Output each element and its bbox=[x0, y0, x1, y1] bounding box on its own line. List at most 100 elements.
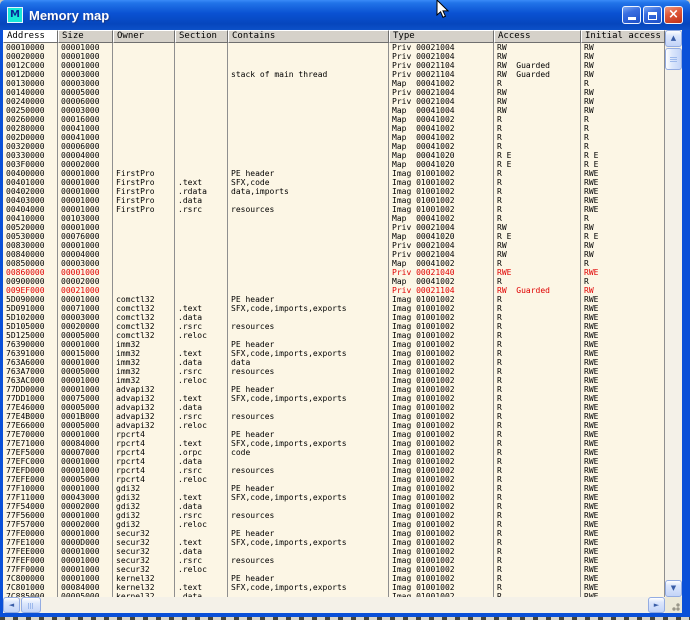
cell-access: R bbox=[494, 412, 581, 421]
table-row[interactable]: 7639000000001000imm32PE headerImag 01001… bbox=[3, 340, 665, 349]
table-row[interactable]: 77FE000000001000secur32PE headerImag 010… bbox=[3, 529, 665, 538]
table-row[interactable]: 763A600000001000imm32.datadataImag 01001… bbox=[3, 358, 665, 367]
table-row[interactable]: 5D10500000020000comctl32.rsrcresourcesIm… bbox=[3, 322, 665, 331]
table-row[interactable]: 77FEE00000001000secur32.dataImag 0100100… bbox=[3, 547, 665, 556]
table-row[interactable]: 0026000000016000Map 00041002RR bbox=[3, 115, 665, 124]
cell-size: 00005000 bbox=[58, 331, 113, 340]
table-row[interactable]: 0013000000003000Map 00041002RR bbox=[3, 79, 665, 88]
vertical-scrollbar[interactable]: ▲ ▼ bbox=[665, 30, 682, 597]
cell-owner: advapi32 bbox=[113, 421, 175, 430]
table-row[interactable]: 77F5600000001000gdi32.rsrcresourcesImag … bbox=[3, 511, 665, 520]
column-header-type[interactable]: Type bbox=[389, 30, 494, 43]
table-row[interactable]: 7C80000000001000kernel32PE headerImag 01… bbox=[3, 574, 665, 583]
table-row[interactable]: 0032000000006000Map 00041002RR bbox=[3, 142, 665, 151]
table-row[interactable]: 77EFE00000005000rpcrt4.relocImag 0100100… bbox=[3, 475, 665, 484]
table-row[interactable]: 0040400000001000FirstPro.rsrcresourcesIm… bbox=[3, 205, 665, 214]
table-row[interactable]: 009EF00000021000Priv 00021104RW GuardedR… bbox=[3, 286, 665, 295]
cell-initial_access: R bbox=[581, 259, 665, 268]
table-row[interactable]: 002D000000041000Map 00041002RR bbox=[3, 133, 665, 142]
cell-section: .reloc bbox=[175, 331, 228, 340]
table-row[interactable]: 0001000000001000Priv 00021004RWRW bbox=[3, 43, 665, 52]
column-header-size[interactable]: Size bbox=[58, 30, 113, 43]
column-header-section[interactable]: Section bbox=[175, 30, 228, 43]
table-row[interactable]: 77DD100000075000advapi32.textSFX,code,im… bbox=[3, 394, 665, 403]
cell-owner bbox=[113, 70, 175, 79]
table-row[interactable]: 77EF500000007000rpcrt4.orpccodeImag 0100… bbox=[3, 448, 665, 457]
table-row[interactable]: 7639100000015000imm32.textSFX,code,impor… bbox=[3, 349, 665, 358]
horizontal-scrollbar-thumb[interactable] bbox=[21, 597, 41, 613]
cell-section: .reloc bbox=[175, 565, 228, 574]
scroll-down-button[interactable]: ▼ bbox=[665, 580, 682, 597]
cell-section: .reloc bbox=[175, 475, 228, 484]
resize-grip[interactable] bbox=[665, 597, 682, 613]
table-row[interactable]: 0040300000001000FirstPro.dataImag 010010… bbox=[3, 196, 665, 205]
scroll-left-button[interactable]: ◄ bbox=[3, 597, 20, 613]
cell-size: 00001000 bbox=[58, 196, 113, 205]
table-row[interactable]: 0086000000001000Priv 00021040RWERWE bbox=[3, 268, 665, 277]
column-header-address[interactable]: Address bbox=[3, 30, 58, 43]
table-row[interactable]: 0084000000004000Priv 00021004RWRW bbox=[3, 250, 665, 259]
table-row[interactable]: 77EFC00000001000rpcrt4.dataImag 01001002… bbox=[3, 457, 665, 466]
table-row[interactable]: 763AC00000001000imm32.relocImag 01001002… bbox=[3, 376, 665, 385]
table-row[interactable]: 5D12500000005000comctl32.relocImag 01001… bbox=[3, 331, 665, 340]
table-row[interactable]: 77F5400000002000gdi32.dataImag 01001002R… bbox=[3, 502, 665, 511]
title-bar[interactable]: M Memory map × bbox=[0, 0, 690, 30]
table-row[interactable]: 77DD000000001000advapi32PE headerImag 01… bbox=[3, 385, 665, 394]
cell-section bbox=[175, 169, 228, 178]
table-row[interactable]: 77E7100000084000rpcrt4.textSFX,code,impo… bbox=[3, 439, 665, 448]
cell-access: RW Guarded bbox=[494, 286, 581, 295]
table-row[interactable]: 0014000000005000Priv 00021004RWRW bbox=[3, 88, 665, 97]
cell-contains: SFX,code,imports,exports bbox=[228, 304, 389, 313]
table-row[interactable]: 0041000000103000Map 00041002RR bbox=[3, 214, 665, 223]
table-row[interactable]: 0040100000001000FirstPro.textSFX,codeIma… bbox=[3, 178, 665, 187]
table-row[interactable]: 0040000000001000FirstProPE headerImag 01… bbox=[3, 169, 665, 178]
cell-access: R bbox=[494, 124, 581, 133]
table-row[interactable]: 5D10200000003000comctl32.dataImag 010010… bbox=[3, 313, 665, 322]
column-header-initial-access[interactable]: Initial access bbox=[581, 30, 665, 43]
table-row[interactable]: 77FEF00000001000secur32.rsrcresourcesIma… bbox=[3, 556, 665, 565]
cell-owner bbox=[113, 61, 175, 70]
table-row[interactable]: 763A700000005000imm32.rsrcresourcesImag … bbox=[3, 367, 665, 376]
table-row[interactable]: 77F5700000002000gdi32.relocImag 01001002… bbox=[3, 520, 665, 529]
table-row[interactable]: 0090000000002000Map 00041002RR bbox=[3, 277, 665, 286]
maximize-button[interactable] bbox=[643, 6, 662, 24]
table-row[interactable]: 0033000000004000Map 00041020R ER E bbox=[3, 151, 665, 160]
table-row[interactable]: 0025000000003000Map 00041004RWRW bbox=[3, 106, 665, 115]
table-row[interactable]: 0012C00000001000Priv 00021104RW GuardedR… bbox=[3, 61, 665, 70]
table-row[interactable]: 0040200000001000FirstPro.rdatadata,impor… bbox=[3, 187, 665, 196]
table-row[interactable]: 77E4B0000001B000advapi32.rsrcresourcesIm… bbox=[3, 412, 665, 421]
table-row[interactable]: 0012D00000003000stack of main threadPriv… bbox=[3, 70, 665, 79]
column-header-contains[interactable]: Contains bbox=[228, 30, 389, 43]
minimize-button[interactable] bbox=[622, 6, 641, 24]
table-row[interactable]: 0053000000076000Map 00041020R ER E bbox=[3, 232, 665, 241]
table-row[interactable]: 77F1000000001000gdi32PE headerImag 01001… bbox=[3, 484, 665, 493]
column-header-owner[interactable]: Owner bbox=[113, 30, 175, 43]
cell-address: 5D105000 bbox=[3, 322, 58, 331]
scroll-up-button[interactable]: ▲ bbox=[665, 30, 682, 47]
cell-size: 00001000 bbox=[58, 61, 113, 70]
cell-type: Priv 00021104 bbox=[389, 286, 494, 295]
column-header-access[interactable]: Access bbox=[494, 30, 581, 43]
app-icon[interactable]: M bbox=[7, 7, 23, 23]
close-button[interactable]: × bbox=[664, 6, 683, 24]
vertical-scrollbar-thumb[interactable] bbox=[665, 48, 682, 70]
table-row[interactable]: 77F1100000043000gdi32.textSFX,code,impor… bbox=[3, 493, 665, 502]
table-row[interactable]: 77FF000000001000secur32.relocImag 010010… bbox=[3, 565, 665, 574]
table-row[interactable]: 0085000000003000Map 00041002RR bbox=[3, 259, 665, 268]
table-row[interactable]: 5D09100000071000comctl32.textSFX,code,im… bbox=[3, 304, 665, 313]
table-row[interactable]: 0002000000001000Priv 00021004RWRW bbox=[3, 52, 665, 61]
table-row[interactable]: 003F000000002000Map 00041020R ER E bbox=[3, 160, 665, 169]
horizontal-scrollbar[interactable]: ◄ ► bbox=[3, 597, 665, 613]
table-row[interactable]: 0083000000001000Priv 00021004RWRW bbox=[3, 241, 665, 250]
table-row[interactable]: 77FE10000000D000secur32.textSFX,code,imp… bbox=[3, 538, 665, 547]
table-row[interactable]: 0028000000041000Map 00041002RR bbox=[3, 124, 665, 133]
table-row[interactable]: 77EFD00000001000rpcrt4.rsrcresourcesImag… bbox=[3, 466, 665, 475]
table-row[interactable]: 77E7000000001000rpcrt4PE headerImag 0100… bbox=[3, 430, 665, 439]
table-row[interactable]: 77E4600000005000advapi32.dataImag 010010… bbox=[3, 403, 665, 412]
table-row[interactable]: 5D09000000001000comctl32PE headerImag 01… bbox=[3, 295, 665, 304]
table-row[interactable]: 0052000000001000Priv 00021004RWRW bbox=[3, 223, 665, 232]
scroll-right-button[interactable]: ► bbox=[648, 597, 665, 613]
table-row[interactable]: 77E6600000005000advapi32.relocImag 01001… bbox=[3, 421, 665, 430]
table-row[interactable]: 7C80100000084000kernel32.textSFX,code,im… bbox=[3, 583, 665, 592]
table-row[interactable]: 0024000000006000Priv 00021004RWRW bbox=[3, 97, 665, 106]
